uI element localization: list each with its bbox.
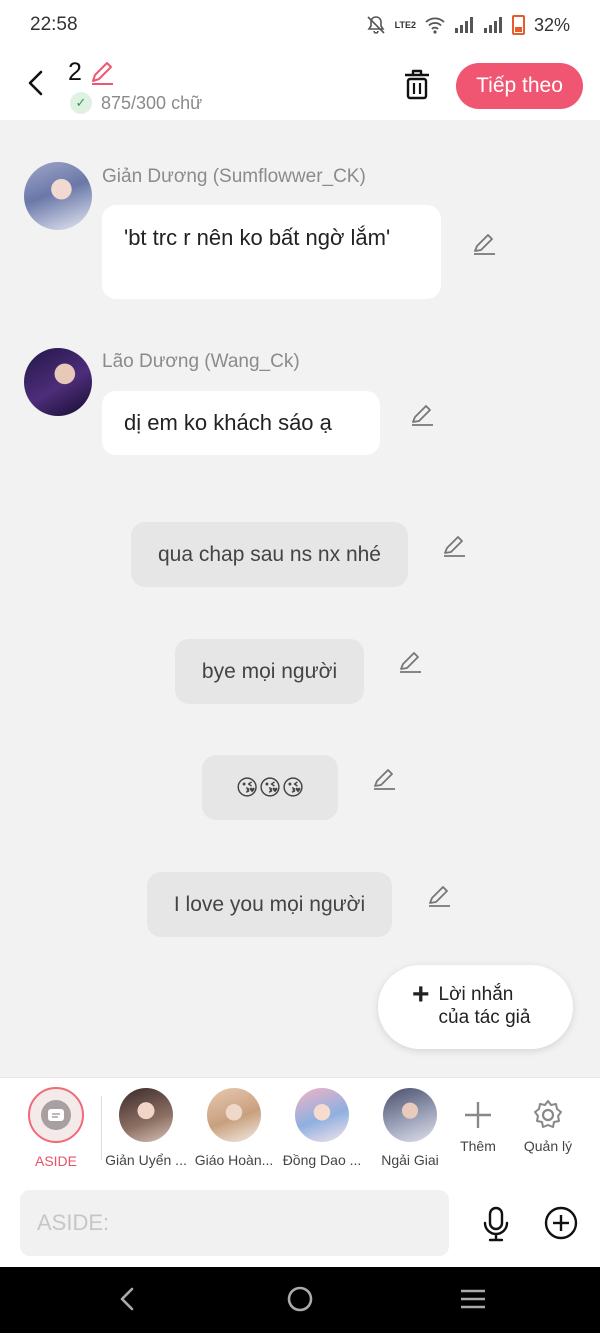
- avatar: [383, 1088, 437, 1142]
- next-button[interactable]: Tiếp theo: [456, 63, 583, 109]
- chat-bubble-icon: [48, 1109, 64, 1121]
- plus-icon: [451, 1088, 505, 1142]
- character-name: Giáo Hoàn...: [194, 1152, 274, 1168]
- nav-home-icon[interactable]: [285, 1284, 315, 1314]
- aside-label: ASIDE: [34, 1153, 77, 1169]
- chapter-number: 2: [68, 58, 82, 86]
- composer: [0, 1178, 600, 1267]
- character-count: 875/300 chữ: [101, 93, 203, 113]
- nav-back-icon[interactable]: [113, 1284, 143, 1314]
- status-bar: 22:58 LTE2 32%: [0, 0, 600, 50]
- narration-bubble[interactable]: 😘😘😘: [202, 755, 338, 820]
- edit-message-pencil-icon[interactable]: [471, 231, 497, 257]
- edit-title-pencil-icon[interactable]: [88, 59, 116, 87]
- sender-name: Giản Dương (Sumflowwer_CK): [102, 166, 366, 187]
- edit-message-pencil-icon[interactable]: [397, 649, 423, 675]
- avatar-lao-duong[interactable]: [24, 348, 92, 416]
- narration-bubble[interactable]: bye mọi người: [175, 639, 364, 704]
- aside-avatar: [28, 1087, 84, 1143]
- character-name: Ngải Giai: [381, 1152, 439, 1168]
- battery-icon: [511, 15, 525, 35]
- plus-icon: +: [412, 978, 430, 1011]
- edit-message-pencil-icon[interactable]: [426, 883, 452, 909]
- signal-icon: [454, 17, 473, 33]
- add-circle-icon[interactable]: [544, 1206, 578, 1240]
- nav-menu-icon[interactable]: [458, 1284, 488, 1314]
- status-icons: LTE2 32%: [366, 15, 570, 36]
- wifi-icon: [425, 17, 445, 34]
- check-icon: ✓: [70, 92, 92, 114]
- avatar: [295, 1088, 349, 1142]
- message-input[interactable]: [20, 1190, 449, 1256]
- sender-name: Lão Dương (Wang_Ck): [102, 351, 300, 372]
- lte-indicator: LTE2: [394, 19, 416, 30]
- trash-icon[interactable]: [401, 67, 433, 101]
- character-gian-uyen[interactable]: Giản Uyển ...: [104, 1088, 188, 1168]
- character-dong-dao[interactable]: Đồng Dao ...: [280, 1088, 364, 1168]
- message-bubble[interactable]: dị em ko khách sáo ạ: [102, 391, 380, 455]
- edit-message-pencil-icon[interactable]: [441, 533, 467, 559]
- avatar: [207, 1088, 261, 1142]
- signal-icon-2: [483, 17, 502, 33]
- narration-bubble[interactable]: qua chap sau ns nx nhé: [131, 522, 408, 587]
- microphone-icon[interactable]: [481, 1206, 511, 1242]
- status-time: 22:58: [30, 14, 78, 35]
- manage-button[interactable]: Quản lý: [506, 1088, 590, 1154]
- edit-message-pencil-icon[interactable]: [409, 402, 435, 428]
- battery-percent: 32%: [533, 14, 570, 35]
- system-nav-bar: [0, 1267, 600, 1333]
- editor-header: 2 ✓ 875/300 chữ Tiếp theo: [0, 50, 600, 120]
- character-name: Giản Uyển ...: [105, 1152, 187, 1168]
- edit-message-pencil-icon[interactable]: [371, 766, 397, 792]
- character-giao-hoan[interactable]: Giáo Hoàn...: [192, 1088, 276, 1168]
- character-name: Đồng Dao ...: [282, 1152, 362, 1168]
- avatar-gian-duong[interactable]: [24, 162, 92, 230]
- gear-icon: [521, 1088, 575, 1142]
- divider: [101, 1096, 102, 1160]
- avatar: [119, 1088, 173, 1142]
- message-bubble[interactable]: 'bt trc r nên ko bất ngờ lắm': [102, 205, 441, 299]
- character-bar: ASIDE Giản Uyển ... Giáo Hoàn... Đồng Da…: [0, 1077, 600, 1178]
- back-arrow-icon[interactable]: [22, 68, 52, 98]
- muted-bell-icon: [367, 16, 385, 34]
- aside-character[interactable]: ASIDE: [14, 1087, 98, 1169]
- author-note-button[interactable]: + Lời nhắn của tác giả: [378, 965, 573, 1049]
- author-note-label: Lời nhắn của tác giả: [438, 984, 531, 1028]
- manage-label: Quản lý: [523, 1138, 573, 1154]
- narration-bubble[interactable]: I love you mọi người: [147, 872, 392, 937]
